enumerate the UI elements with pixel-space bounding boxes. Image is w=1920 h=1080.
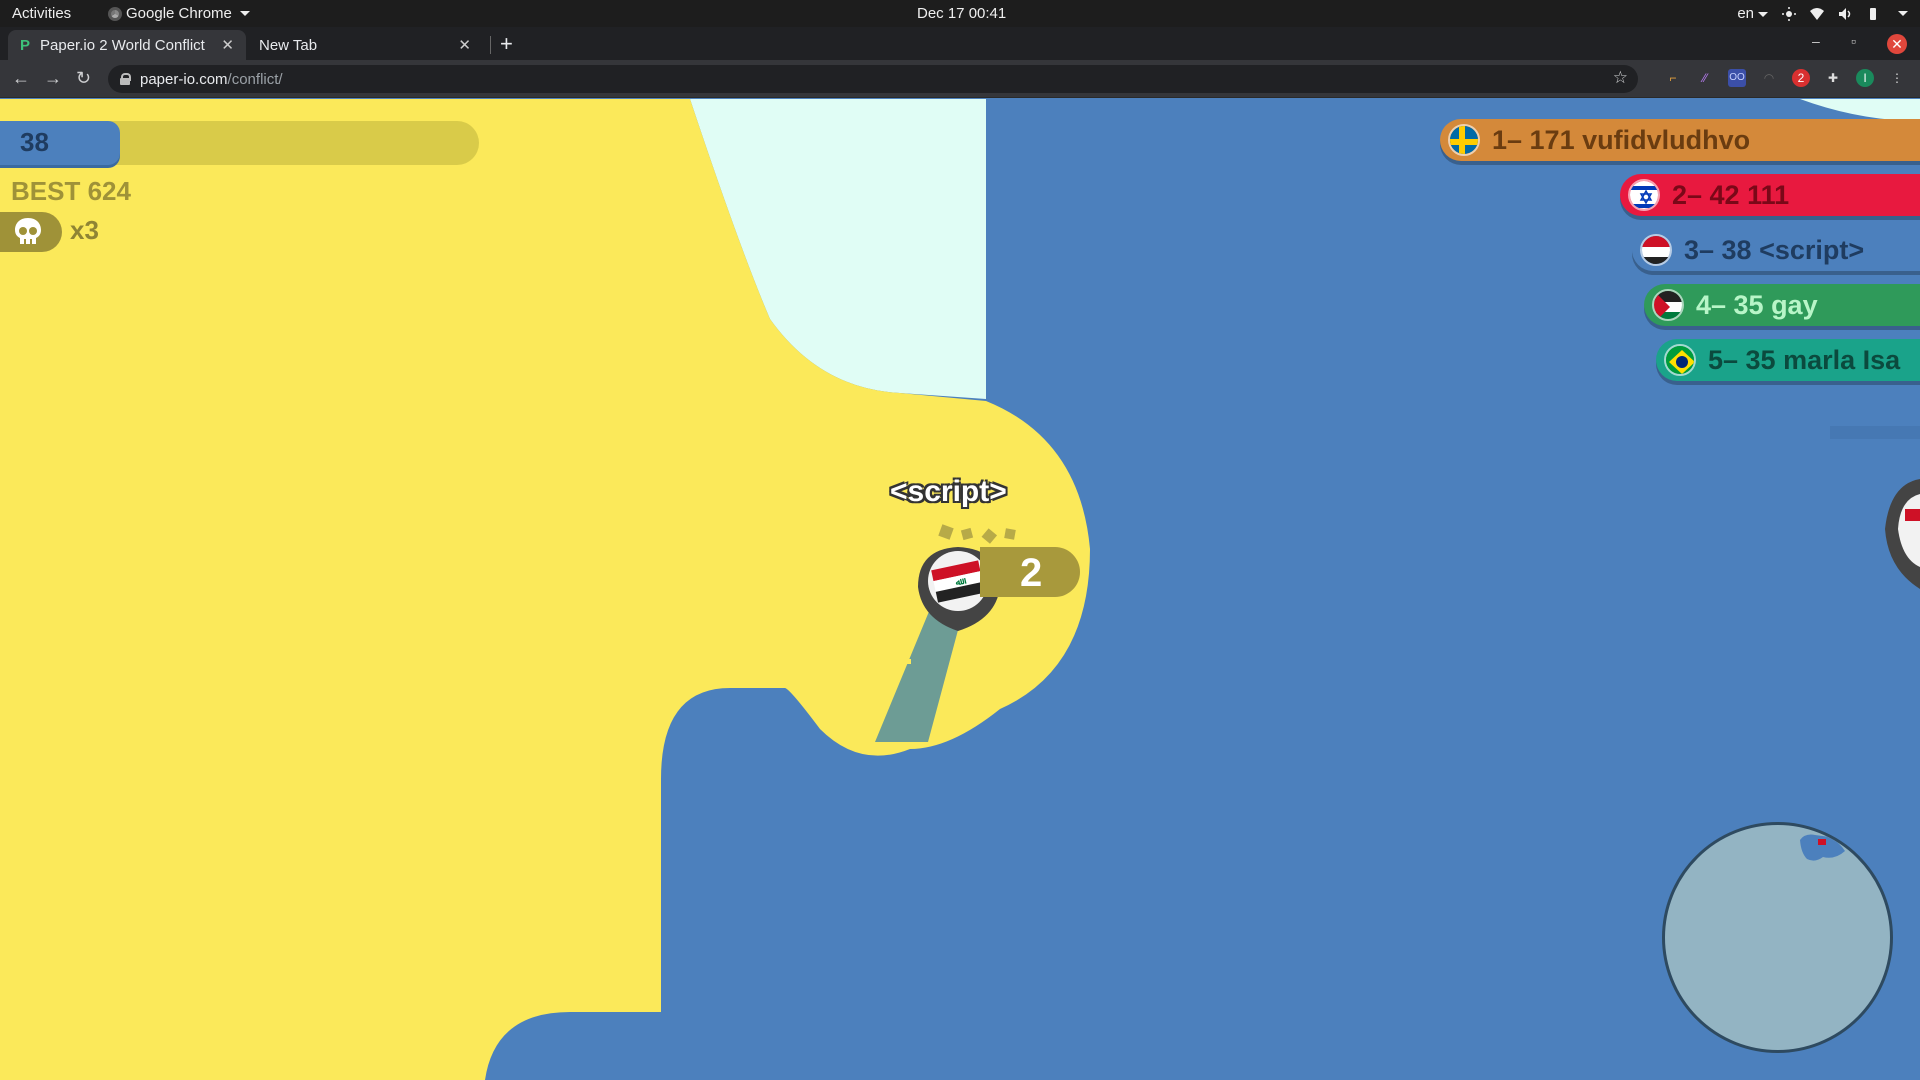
- leaderboard-row: 5– 35 marla Isa: [1656, 339, 1920, 381]
- chrome-icon: [108, 6, 122, 21]
- kill-count: x3: [70, 215, 99, 245]
- brightness-icon: [1782, 6, 1796, 21]
- profile-avatar[interactable]: I: [1856, 69, 1874, 87]
- system-tray[interactable]: en: [1737, 5, 1908, 22]
- tab-title: New Tab: [259, 36, 318, 54]
- leaderboard-entry-text: 3– 38 <script>: [1684, 234, 1865, 265]
- tab-divider: [490, 36, 491, 54]
- minimap: [1662, 822, 1893, 1053]
- window-close-button[interactable]: ✕: [1887, 34, 1907, 54]
- leaderboard-row: 2– 42 111: [1620, 174, 1920, 216]
- player-kill-badge: 2: [980, 547, 1080, 597]
- score-value: 38: [20, 127, 49, 157]
- leaderboard-entry-text: 5– 35 marla Isa: [1708, 344, 1901, 375]
- browser-tab-strip: P Paper.io 2 World Conflict ✕ New Tab ✕: [0, 27, 1920, 60]
- kill-badge: [0, 212, 62, 252]
- wifi-icon: [1810, 7, 1824, 20]
- address-bar[interactable]: paper-io.com/conflict/ ☆: [108, 65, 1638, 93]
- os-top-bar: Activities Google Chrome Dec 17 00:41 en: [0, 0, 1920, 27]
- url-path: /conflict/: [227, 70, 283, 88]
- clock[interactable]: Dec 17 00:41: [917, 5, 1006, 22]
- activities-button[interactable]: Activities: [12, 5, 71, 22]
- iraq-flag-icon: [1640, 234, 1672, 266]
- leaderboard-row: 4– 35 gay: [1644, 284, 1920, 326]
- volume-icon: [1839, 7, 1851, 20]
- language-label: en: [1737, 5, 1754, 22]
- minimap-territory: [1800, 834, 1845, 861]
- minimize-button[interactable]: –: [1812, 33, 1820, 49]
- score-progress-fill: [0, 121, 120, 165]
- app-menu-label: Google Chrome: [126, 5, 232, 22]
- back-button[interactable]: ←: [12, 68, 30, 89]
- player-name-label: <script>: [890, 475, 1007, 508]
- lock-icon[interactable]: [120, 73, 131, 85]
- trail-speck: [906, 659, 911, 664]
- url-host: paper-io.com: [140, 70, 228, 88]
- tab-title: Paper.io 2 World Conflict: [40, 36, 205, 54]
- extension-badge-count: 2: [1797, 71, 1805, 85]
- close-icon[interactable]: ✕: [221, 36, 234, 54]
- extension-flag-icon[interactable]: ⌐: [1664, 69, 1682, 87]
- app-menu[interactable]: Google Chrome: [108, 5, 250, 22]
- close-icon[interactable]: ✕: [458, 36, 471, 54]
- leaderboard-row: 1– 171 vufidvludhvo: [1440, 119, 1920, 161]
- chevron-down-icon: [239, 11, 250, 16]
- game-canvas[interactable]: ﷲ 38 BEST 624 x3 1– 171 vufidvludhvo 2– …: [0, 99, 1920, 1080]
- leaderboard-entry-text: 2– 42 111: [1672, 179, 1790, 210]
- language-indicator[interactable]: en: [1737, 5, 1768, 22]
- leaderboard-entry-text: 4– 35 gay: [1696, 289, 1818, 320]
- extension-badge-icon[interactable]: 2: [1792, 69, 1810, 87]
- leaderboard-entry-text: 1– 171 vufidvludhvo: [1492, 124, 1751, 155]
- restore-button[interactable]: ▫: [1851, 33, 1856, 49]
- new-tab-button[interactable]: +: [500, 31, 513, 57]
- player-kill-count: 2: [1020, 551, 1043, 595]
- jordan-flag-icon: [1652, 289, 1684, 321]
- battery-icon: [1870, 7, 1876, 20]
- chevron-down-icon[interactable]: [1898, 11, 1908, 16]
- israel-flag-icon: [1628, 179, 1660, 211]
- bookmark-star-icon[interactable]: ☆: [1613, 68, 1628, 88]
- extension-pen-icon[interactable]: ⁄⁄: [1696, 69, 1714, 87]
- brazil-flag-icon: [1664, 344, 1696, 376]
- tab-paper-io[interactable]: P Paper.io 2 World Conflict ✕: [8, 30, 246, 60]
- skull-icon: [15, 218, 41, 244]
- score-progress-bar: 38: [0, 121, 479, 165]
- leaderboard-row: 3– 38 <script>: [1632, 229, 1920, 271]
- extension-oo-icon[interactable]: OO: [1728, 69, 1746, 87]
- best-score: BEST 624: [11, 176, 131, 206]
- menu-dots-icon[interactable]: ⋮: [1888, 69, 1906, 87]
- chevron-down-icon: [1758, 11, 1768, 17]
- reload-button[interactable]: ↻: [76, 68, 91, 89]
- forward-button[interactable]: →: [44, 68, 62, 89]
- paper-io-favicon-icon: P: [20, 36, 31, 54]
- sweden-flag-icon: [1448, 124, 1480, 156]
- tab-new-tab[interactable]: New Tab ✕: [247, 30, 483, 60]
- extension-arc-icon[interactable]: ◠: [1760, 69, 1778, 87]
- minimap-player-marker: [1818, 839, 1826, 845]
- extensions-puzzle-icon[interactable]: ✚: [1824, 69, 1842, 87]
- browser-toolbar: ← → ↻ paper-io.com/conflict/ ☆: [0, 60, 1920, 98]
